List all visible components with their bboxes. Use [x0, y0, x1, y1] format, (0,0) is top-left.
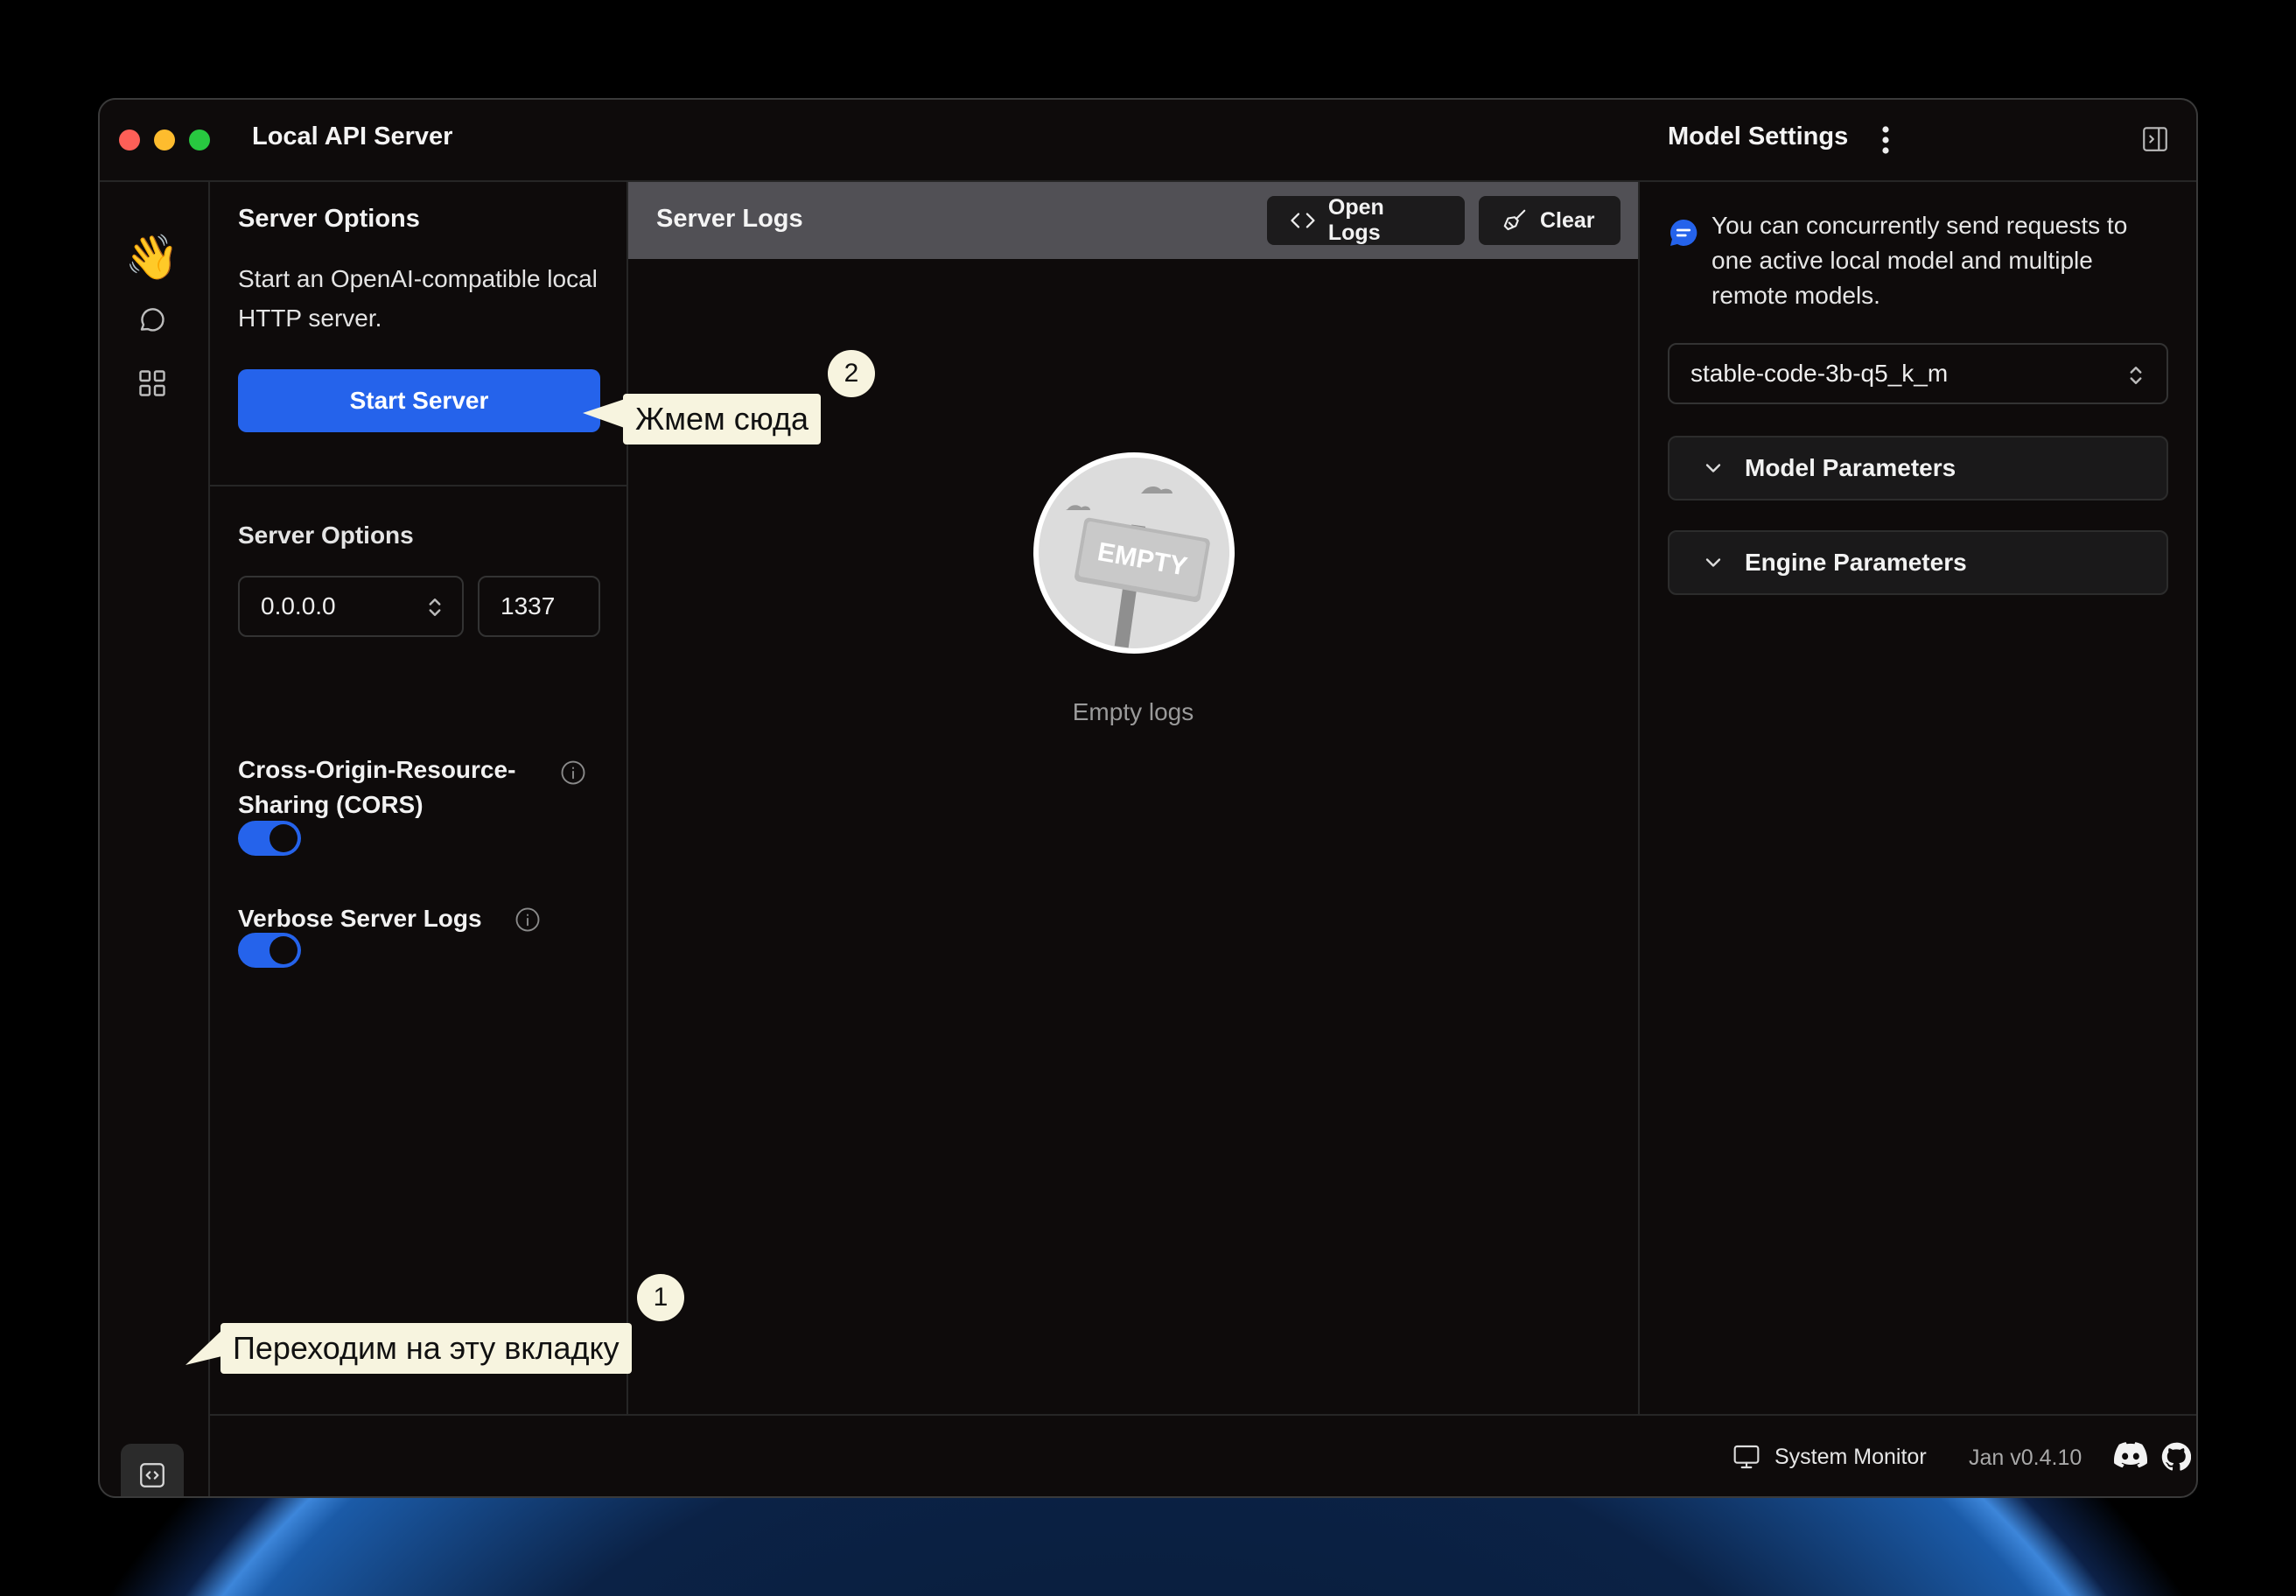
annotation-callout-2: Жмем сюда — [623, 394, 821, 444]
annotation-callout-1: Переходим на эту вкладку — [220, 1323, 632, 1374]
annotation-badge-2: 2 — [828, 350, 875, 397]
annotation-badge-1: 1 — [637, 1274, 684, 1321]
